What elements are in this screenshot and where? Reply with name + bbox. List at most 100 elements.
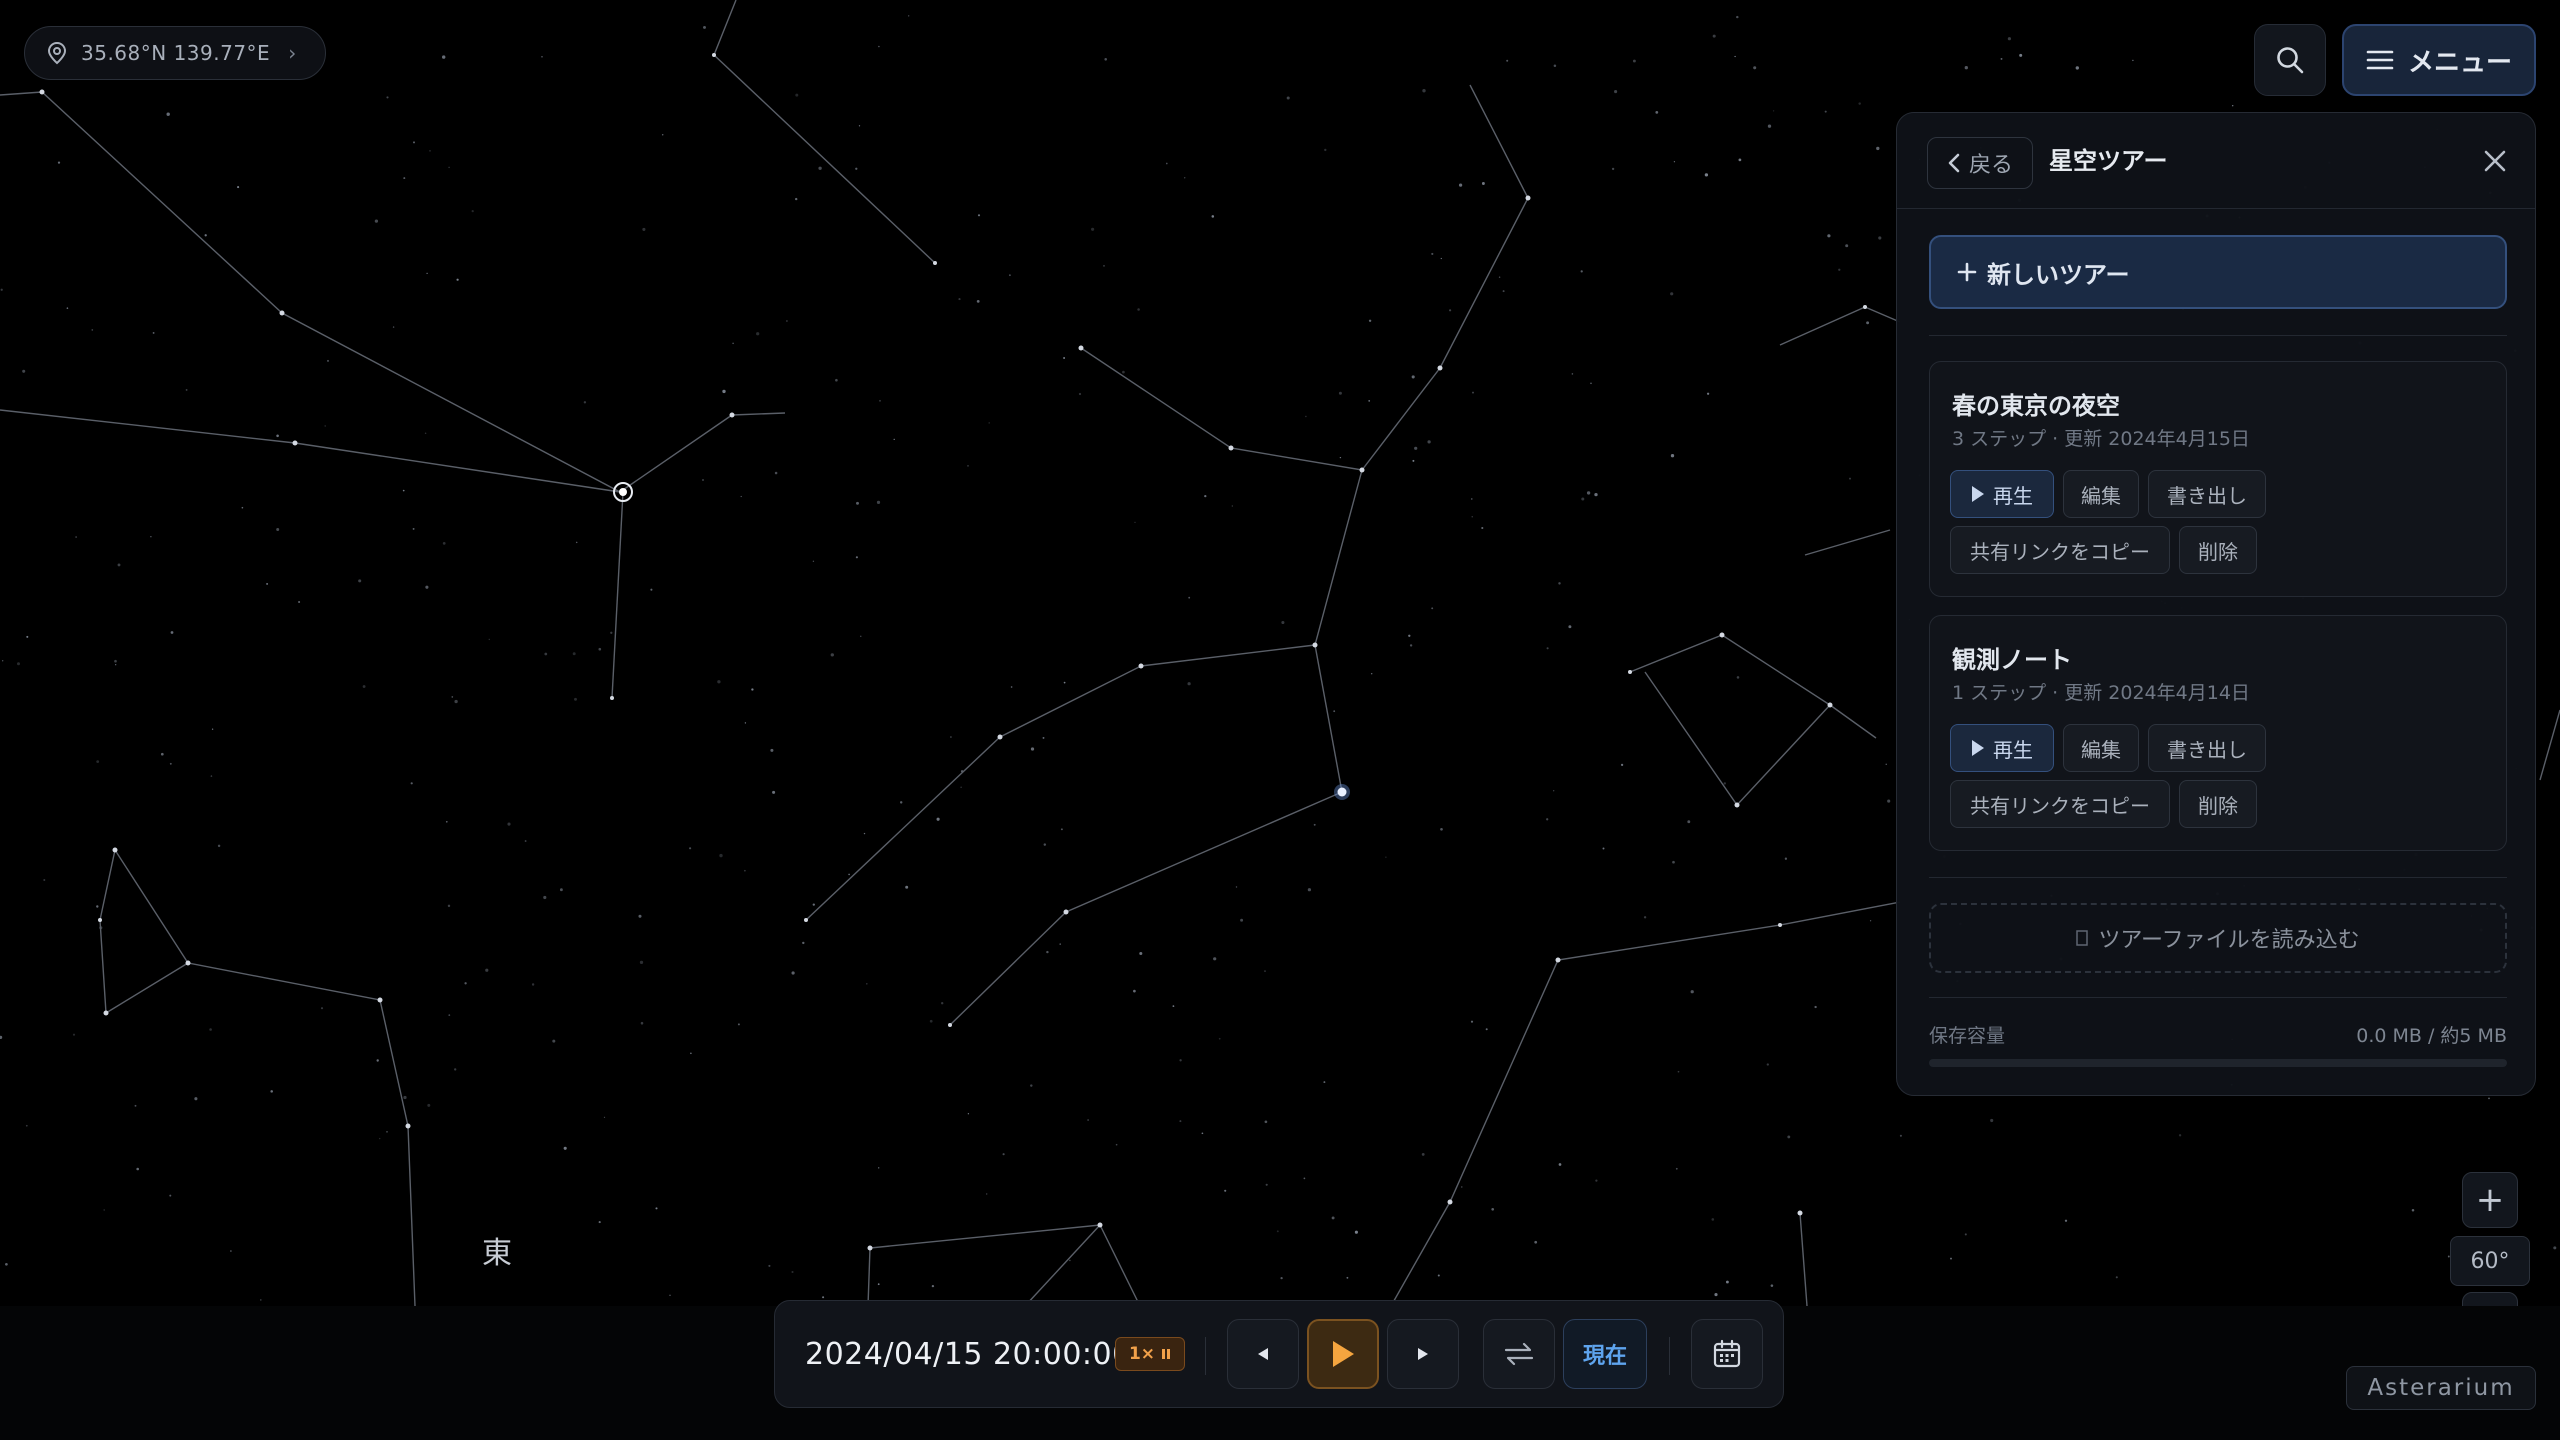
background-star — [1431, 607, 1434, 610]
tour-panel: 戻る 星空ツアー 新しいツアー 春の東京の夜空 3 ステップ · 更新 2024… — [1896, 112, 2536, 1096]
reverse-time-button[interactable] — [1483, 1319, 1555, 1389]
background-star — [863, 832, 866, 835]
background-star — [936, 817, 940, 821]
background-star — [1368, 400, 1371, 402]
background-star — [2, 660, 4, 662]
play-tour-button[interactable]: 再生 — [1950, 724, 2054, 772]
tour-card: 春の東京の夜空 3 ステップ · 更新 2024年4月15日 再生 編集 書き出… — [1929, 361, 2507, 597]
star — [185, 960, 191, 966]
background-star — [1411, 375, 1415, 379]
export-tour-button[interactable]: 書き出し — [2148, 724, 2266, 772]
background-star — [1060, 828, 1063, 831]
step-back-button[interactable] — [1227, 1319, 1299, 1389]
background-star — [988, 422, 990, 424]
background-star — [552, 1039, 556, 1043]
background-star — [1087, 1119, 1089, 1121]
background-star — [1964, 66, 1968, 70]
zoom-in-button[interactable]: + — [2462, 1172, 2518, 1228]
background-star — [878, 45, 880, 48]
background-star — [210, 775, 213, 777]
background-star — [160, 752, 164, 756]
plus-icon — [1957, 262, 1977, 282]
background-star — [1723, 782, 1726, 785]
background-star — [610, 631, 613, 634]
background-star — [931, 1284, 935, 1288]
star — [1719, 632, 1725, 638]
panel-title: 星空ツアー — [2049, 147, 2168, 175]
triangle-right-icon — [1418, 1348, 1428, 1360]
background-star — [768, 1264, 771, 1267]
menu-button[interactable]: メニュー — [2342, 24, 2536, 96]
bright-star-blue — [1334, 784, 1350, 800]
background-star — [185, 388, 188, 391]
background-star — [1303, 1177, 1306, 1180]
background-star — [1632, 59, 1636, 63]
calendar-button[interactable] — [1691, 1319, 1763, 1389]
back-button[interactable]: 戻る — [1927, 137, 2033, 189]
background-star — [1553, 790, 1555, 792]
star — [1778, 923, 1782, 927]
background-star — [818, 166, 822, 170]
background-star — [1706, 392, 1710, 395]
play-tour-button[interactable]: 再生 — [1950, 470, 2054, 518]
delete-tour-button[interactable]: 削除 — [2179, 526, 2257, 574]
background-star — [1461, 1186, 1463, 1188]
background-star — [150, 536, 152, 538]
now-button[interactable]: 現在 — [1563, 1319, 1647, 1389]
import-tour-dropzone[interactable]: ツアーファイルを読み込む — [1929, 903, 2507, 973]
background-star — [1422, 89, 1426, 93]
background-star — [1414, 446, 1418, 450]
background-star — [324, 425, 326, 427]
background-star — [1471, 498, 1473, 500]
location-pill[interactable]: 35.68°N 139.77°E › — [24, 26, 326, 80]
background-star — [392, 326, 395, 328]
step-forward-button[interactable] — [1387, 1319, 1459, 1389]
background-star — [1672, 860, 1675, 864]
background-star — [2178, 1134, 2182, 1137]
field-of-view-value: 60° — [2450, 1236, 2530, 1286]
background-star — [1449, 309, 1452, 312]
background-star — [5, 1262, 8, 1266]
background-star — [1869, 920, 1872, 922]
delete-tour-button[interactable]: 削除 — [2179, 780, 2257, 828]
background-star — [1655, 111, 1659, 114]
background-star — [1370, 672, 1373, 675]
background-star — [1887, 799, 1891, 803]
close-button[interactable] — [2475, 141, 2515, 181]
background-star — [1211, 215, 1215, 218]
export-tour-button[interactable]: 書き出し — [2148, 470, 2266, 518]
background-star — [1204, 494, 1207, 498]
datetime-display[interactable]: 2024/04/15 20:00:00 — [805, 1337, 1132, 1372]
background-star — [1010, 686, 1013, 688]
background-star — [1687, 820, 1691, 824]
background-star — [1280, 1276, 1283, 1280]
background-star — [1950, 1257, 1952, 1260]
background-star — [655, 1207, 658, 1210]
tour-title: 春の東京の夜空 — [1952, 392, 2120, 420]
background-star — [1305, 415, 1307, 418]
background-star — [1558, 582, 1561, 585]
background-star — [1704, 173, 1709, 177]
triangle-left-icon — [1258, 1348, 1268, 1360]
edit-tour-button[interactable]: 編集 — [2063, 470, 2139, 518]
background-star — [1213, 957, 1217, 961]
new-tour-button[interactable]: 新しいツアー — [1929, 235, 2507, 309]
menu-label: メニュー — [2407, 47, 2512, 78]
speed-badge[interactable]: 1× — [1115, 1337, 1185, 1371]
background-star — [1498, 276, 1501, 278]
background-star — [1224, 1189, 1227, 1192]
background-star — [722, 389, 726, 394]
background-star — [744, 722, 747, 724]
copy-share-link-button[interactable]: 共有リンクをコピー — [1950, 526, 2170, 574]
background-star — [650, 588, 653, 591]
copy-share-link-button[interactable]: 共有リンクをコピー — [1950, 780, 2170, 828]
search-button[interactable] — [2254, 24, 2326, 96]
play-icon — [1972, 740, 1984, 756]
background-star — [719, 853, 723, 858]
background-star — [856, 501, 859, 505]
play-button[interactable] — [1307, 1319, 1379, 1389]
background-star — [403, 177, 406, 180]
background-star — [563, 1146, 567, 1150]
edit-tour-button[interactable]: 編集 — [2063, 724, 2139, 772]
background-star — [642, 227, 646, 231]
